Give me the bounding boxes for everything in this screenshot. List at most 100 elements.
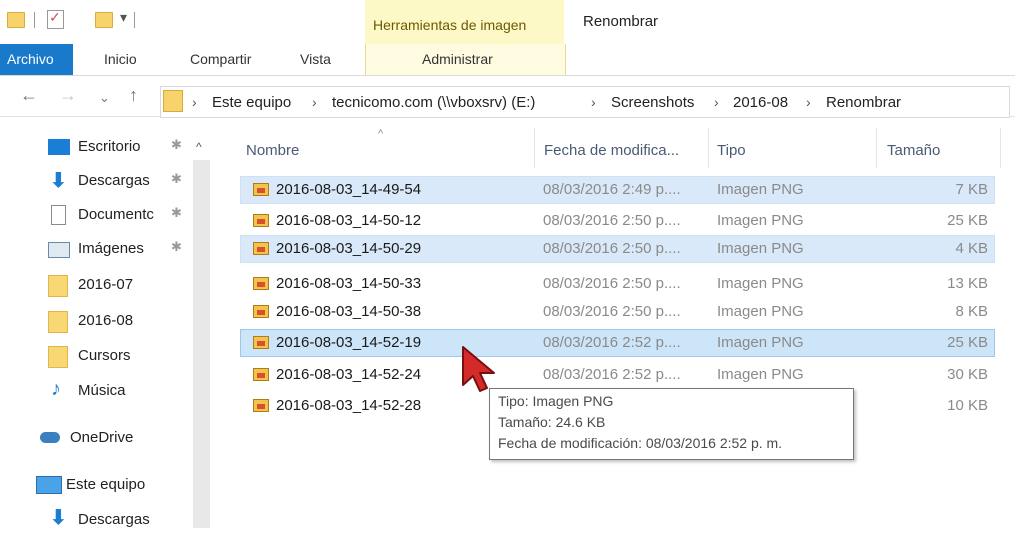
sidebar-item-label: Documentc [78, 206, 154, 223]
sidebar-item-label: 2016-08 [78, 312, 134, 329]
scroll-up-icon[interactable]: ^ [196, 140, 202, 154]
file-type: Imagen PNG [717, 240, 804, 257]
pictures-icon [48, 242, 70, 258]
breadcrumb-este-equipo[interactable]: Este equipo [212, 94, 291, 111]
up-arrow-icon[interactable]: ↑ [129, 85, 138, 106]
pin-icon[interactable]: ✱ [171, 239, 182, 255]
breadcrumb-renombrar[interactable]: Renombrar [826, 94, 901, 111]
column-header-tipo[interactable]: Tipo [717, 142, 746, 159]
file-date: 08/03/2016 2:50 p.... [543, 303, 681, 320]
folder-icon [7, 12, 25, 28]
file-name: 2016-08-03_14-52-28 [276, 397, 422, 414]
file-row[interactable]: 2016-08-03_14-50-33 08/03/2016 2:50 p...… [240, 270, 995, 298]
sidebar-item-onedrive[interactable]: OneDrive [38, 423, 188, 455]
image-file-icon [253, 399, 269, 412]
sidebar-item-este-equipo[interactable]: Este equipo [34, 470, 184, 502]
file-row[interactable]: 2016-08-03_14-52-19 08/03/2016 2:52 p...… [240, 329, 995, 357]
folder-icon [163, 90, 183, 112]
tooltip-size: Tamaño: 24.6 KB [498, 414, 606, 430]
window-title: Renombrar [583, 13, 659, 30]
file-type: Imagen PNG [717, 303, 804, 320]
file-row[interactable]: 2016-08-03_14-50-29 08/03/2016 2:50 p...… [240, 235, 995, 263]
sidebar-item-musica[interactable]: ♪ Música [46, 376, 196, 408]
sidebar-item-imagenes[interactable]: Imágenes ✱ [46, 234, 196, 266]
image-file-icon [253, 214, 269, 227]
column-divider[interactable] [876, 128, 877, 168]
tab-archivo[interactable]: Archivo [0, 44, 73, 75]
sidebar-item-label: 2016-07 [78, 276, 134, 293]
file-row[interactable]: 2016-08-03_14-49-54 08/03/2016 2:49 p...… [240, 176, 995, 204]
file-size: 10 KB [947, 397, 988, 414]
sidebar-item-escritorio[interactable]: Escritorio ✱ [46, 132, 196, 164]
column-divider[interactable] [708, 128, 709, 168]
sidebar-item-2016-07[interactable]: 2016-07 [46, 270, 196, 302]
file-row[interactable]: 2016-08-03_14-50-38 08/03/2016 2:50 p...… [240, 298, 995, 326]
file-date: 08/03/2016 2:50 p.... [543, 212, 681, 229]
sidebar-item-label: Descargas [78, 172, 150, 189]
download-arrow-icon: ⬇ [50, 507, 67, 529]
chevron-right-icon[interactable]: › [192, 94, 197, 110]
tab-vista[interactable]: Vista [300, 51, 331, 67]
onedrive-cloud-icon [40, 432, 60, 443]
sidebar-item-documentos[interactable]: Documentc ✱ [46, 200, 196, 232]
image-file-icon [253, 368, 269, 381]
tab-inicio[interactable]: Inicio [104, 51, 137, 67]
sidebar-item-cursors[interactable]: Cursors [46, 341, 196, 373]
sidebar-item-label: Música [78, 382, 126, 399]
file-row[interactable]: 2016-08-03_14-50-12 08/03/2016 2:50 p...… [240, 207, 995, 235]
column-header-tamano[interactable]: Tamaño [887, 142, 940, 159]
document-icon [51, 205, 66, 225]
breadcrumb-drive[interactable]: tecnicomo.com (\\vboxsrv) (E:) [332, 94, 535, 111]
sidebar-item-2016-08[interactable]: 2016-08 [46, 306, 196, 338]
file-name: 2016-08-03_14-50-38 [276, 303, 422, 320]
new-folder-icon[interactable] [95, 12, 113, 28]
chevron-right-icon[interactable]: › [591, 94, 596, 110]
column-divider[interactable] [1000, 128, 1001, 168]
column-header-fecha[interactable]: Fecha de modifica... [544, 142, 679, 159]
file-name: 2016-08-03_14-52-19 [276, 334, 422, 351]
folder-icon [48, 311, 68, 333]
file-type: Imagen PNG [717, 181, 804, 198]
back-arrow-icon[interactable]: ← [20, 85, 38, 106]
file-row[interactable]: 2016-08-03_14-52-24 08/03/2016 2:52 p...… [240, 361, 995, 389]
file-date: 08/03/2016 2:50 p.... [543, 275, 681, 292]
music-note-icon: ♪ [51, 378, 61, 400]
file-name: 2016-08-03_14-50-29 [276, 240, 422, 257]
pin-icon[interactable]: ✱ [171, 205, 182, 221]
breadcrumb-screenshots[interactable]: Screenshots [611, 94, 694, 111]
file-name: 2016-08-03_14-50-12 [276, 212, 422, 229]
pin-icon[interactable]: ✱ [171, 137, 182, 153]
tooltip-date: Fecha de modificación: 08/03/2016 2:52 p… [498, 435, 783, 451]
sidebar-item-descargas[interactable]: ⬇ Descargas ✱ [46, 166, 196, 198]
sidebar-item-descargas-2[interactable]: ⬇ Descargas [46, 505, 196, 537]
column-divider[interactable] [534, 128, 535, 168]
tab-administrar[interactable]: Administrar [365, 44, 566, 75]
properties-check-icon[interactable]: ✓ [47, 9, 64, 29]
chevron-right-icon[interactable]: › [312, 94, 317, 110]
recent-locations-chevron-icon[interactable]: ⌄ [99, 90, 110, 106]
forward-arrow-icon[interactable]: → [59, 85, 77, 106]
sort-ascending-icon: ^ [378, 128, 384, 140]
file-name: 2016-08-03_14-49-54 [276, 181, 422, 198]
file-date: 08/03/2016 2:49 p.... [543, 181, 681, 198]
sidebar-item-label: Imágenes [78, 240, 144, 257]
image-file-icon [253, 336, 269, 349]
breadcrumb-2016-08[interactable]: 2016-08 [733, 94, 788, 111]
customize-toolbar-icon[interactable]: ▾ [120, 9, 127, 26]
file-size: 25 KB [947, 334, 988, 351]
chevron-right-icon[interactable]: › [806, 94, 811, 110]
mouse-cursor-icon [462, 346, 495, 392]
sidebar-item-label: Escritorio [78, 138, 141, 155]
tab-compartir[interactable]: Compartir [190, 51, 251, 67]
sidebar-item-label: Descargas [78, 511, 150, 528]
contextual-group-label: Herramientas de imagen [373, 17, 527, 33]
tab-label: Archivo [7, 51, 54, 67]
file-type: Imagen PNG [717, 212, 804, 229]
image-file-icon [253, 277, 269, 290]
file-size: 7 KB [955, 181, 988, 198]
column-header-nombre[interactable]: Nombre [246, 142, 299, 159]
file-date: 08/03/2016 2:52 p.... [543, 366, 681, 383]
chevron-right-icon[interactable]: › [714, 94, 719, 110]
pin-icon[interactable]: ✱ [171, 171, 182, 187]
file-size: 30 KB [947, 366, 988, 383]
